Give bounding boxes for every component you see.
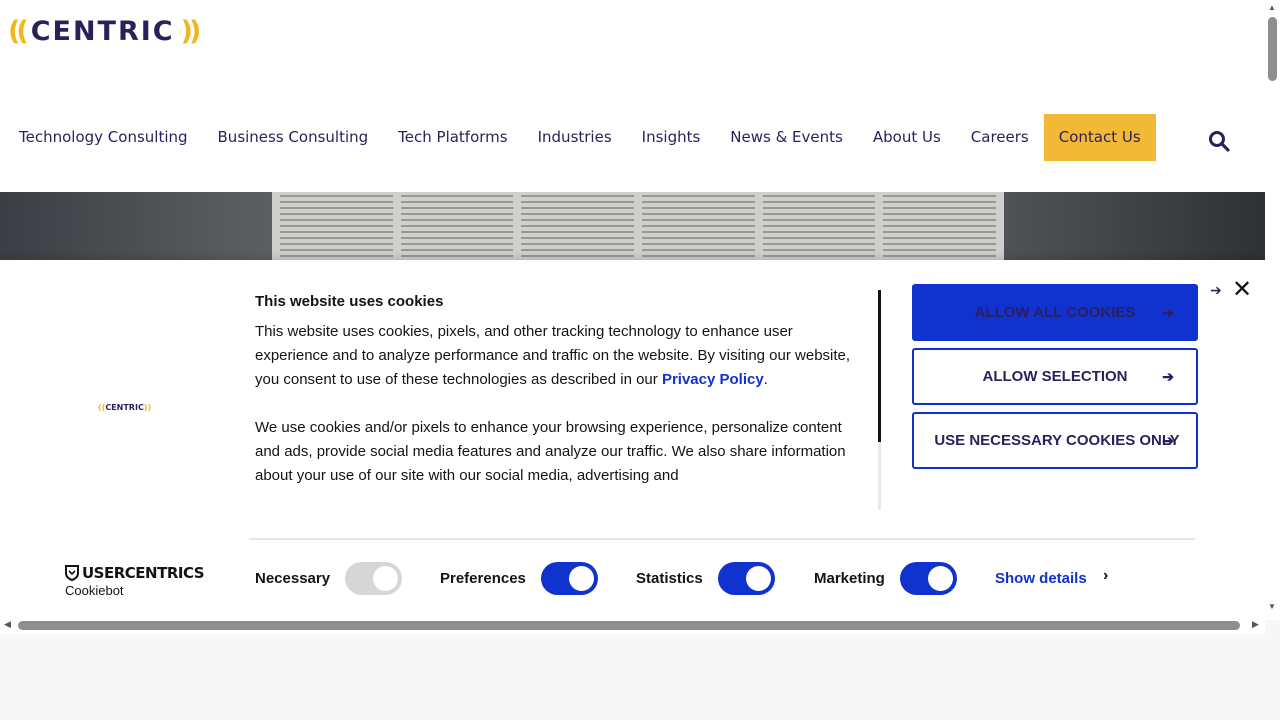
marketing-toggle-switch[interactable] [899, 562, 957, 595]
necessary-toggle-switch [345, 562, 403, 595]
logo-right-paren: )) [180, 16, 202, 47]
statistics-toggle-switch[interactable] [717, 562, 775, 595]
nav-item-news-events[interactable]: News & Events [715, 114, 858, 161]
nav-item-about-us[interactable]: About Us [858, 114, 956, 161]
toggle-statistics: Statistics [636, 562, 775, 595]
cookie-banner-text[interactable]: This website uses cookies, pixels, and o… [255, 320, 855, 552]
toggle-necessary: Necessary [255, 562, 403, 595]
cookie-banner-title: This website uses cookies [255, 293, 444, 310]
nav-item-technology-consulting[interactable]: Technology Consulting [0, 114, 203, 161]
allow-selection-label: ALLOW SELECTION [982, 368, 1128, 385]
show-details-link[interactable]: Show details [995, 570, 1087, 587]
vertical-scrollbar[interactable]: ▲ ▼ [1265, 0, 1280, 620]
use-necessary-cookies-label: USE NECESSARY COOKIES ONLY [934, 432, 1180, 449]
usercentrics-text: USERCENTRICS [82, 564, 205, 582]
text-scroll-track[interactable] [878, 442, 881, 510]
banner-logo-right-paren: )) [143, 403, 152, 412]
horizontal-scrollbar[interactable]: ◀ ▶ [0, 617, 1265, 634]
cookiebot-text: Cookiebot [65, 583, 124, 598]
hero-image [0, 192, 1265, 262]
site-logo[interactable]: (( CENTRIC )) [8, 16, 202, 47]
cookie-paragraph-1-end: . [763, 371, 768, 388]
chevron-right-icon[interactable]: › [1103, 567, 1108, 585]
main-nav: Technology Consulting Business Consultin… [0, 114, 1265, 161]
arrow-right-icon: ➔ [1162, 432, 1174, 448]
allow-all-cookies-label: ALLOW ALL COOKIES [974, 304, 1136, 321]
horizontal-scroll-thumb[interactable] [18, 621, 1240, 630]
toggle-preferences-label: Preferences [440, 570, 526, 587]
nav-item-insights[interactable]: Insights [627, 114, 716, 161]
arrow-right-icon: ➔ [1162, 304, 1174, 320]
scroll-right-icon[interactable]: ▶ [1252, 619, 1259, 630]
use-necessary-cookies-button[interactable]: USE NECESSARY COOKIES ONLY ➔ [912, 412, 1198, 469]
newspaper-image [272, 192, 1004, 262]
arrow-right-icon: ➔ [1162, 368, 1174, 384]
contact-us-button[interactable]: Contact Us [1043, 114, 1156, 161]
text-scroll-thumb[interactable] [878, 290, 881, 442]
search-icon[interactable] [1208, 130, 1230, 152]
usercentrics-wordmark: USERCENTRICS [65, 564, 205, 582]
logo-left-paren: (( [8, 16, 29, 47]
cookie-paragraph-1: This website uses cookies, pixels, and o… [255, 320, 855, 392]
preferences-toggle-switch[interactable] [540, 562, 598, 595]
cookie-banner: ((CENTRIC)) This website uses cookies Th… [0, 260, 1265, 620]
toggle-preferences: Preferences [440, 562, 598, 595]
banner-logo: ((CENTRIC)) [98, 403, 151, 412]
nav-item-business-consulting[interactable]: Business Consulting [203, 114, 384, 161]
vertical-scroll-thumb[interactable] [1268, 17, 1277, 81]
nav-item-careers[interactable]: Careers [956, 114, 1044, 161]
scroll-left-icon[interactable]: ◀ [4, 619, 11, 630]
cookie-paragraph-2: We use cookies and/or pixels to enhance … [255, 419, 846, 484]
divider [249, 538, 1195, 540]
nav-item-industries[interactable]: Industries [523, 114, 627, 161]
arrow-right-icon: ➔ [1210, 282, 1222, 298]
logo-word: CENTRIC [30, 16, 175, 47]
text-fade [255, 490, 855, 552]
banner-logo-word: CENTRIC [105, 403, 144, 412]
shield-icon [65, 565, 79, 581]
nav-item-tech-platforms[interactable]: Tech Platforms [383, 114, 522, 161]
toggle-marketing: Marketing [814, 562, 957, 595]
scroll-up-icon[interactable]: ▲ [1268, 3, 1276, 12]
scroll-down-icon[interactable]: ▼ [1268, 602, 1276, 611]
toggle-statistics-label: Statistics [636, 570, 703, 587]
allow-all-cookies-button[interactable]: ALLOW ALL COOKIES ➔ [912, 284, 1198, 341]
allow-selection-button[interactable]: ALLOW SELECTION ➔ [912, 348, 1198, 405]
page: (( CENTRIC )) Technology Consulting Busi… [0, 0, 1265, 620]
privacy-policy-link[interactable]: Privacy Policy [662, 371, 764, 388]
toggle-necessary-label: Necessary [255, 570, 331, 587]
close-icon[interactable]: ✕ [1232, 278, 1252, 302]
toggle-marketing-label: Marketing [814, 570, 885, 587]
usercentrics-cookiebot-logo[interactable]: USERCENTRICS Cookiebot [65, 564, 205, 598]
